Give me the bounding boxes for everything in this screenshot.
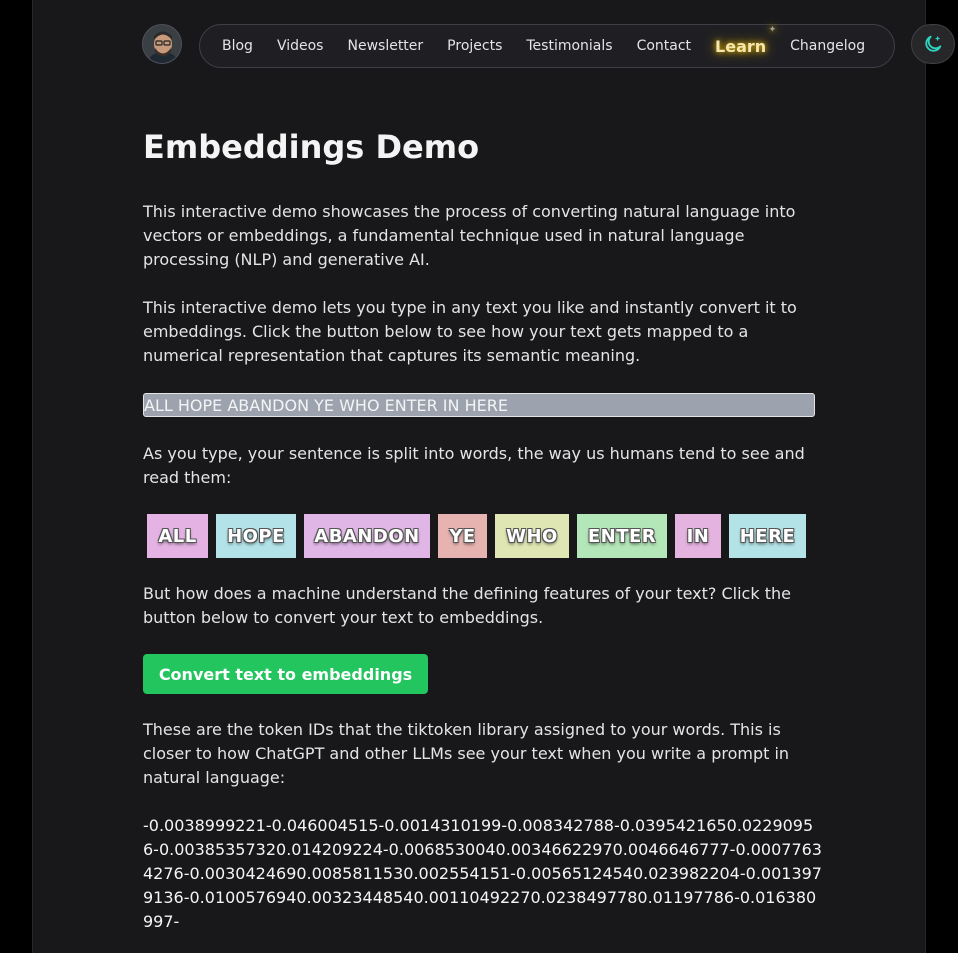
nav-newsletter[interactable]: Newsletter: [335, 38, 435, 54]
page-title: Embeddings Demo: [143, 128, 480, 166]
embeddings-output: -0.0038999221-0.046004515-0.0014310199-0…: [143, 816, 822, 931]
avatar-portrait-icon: [143, 25, 181, 63]
token-chip: HOPE: [216, 514, 296, 558]
token-chip: ENTER: [577, 514, 667, 558]
nav-blog[interactable]: Blog: [210, 38, 265, 54]
nav-changelog[interactable]: Changelog: [778, 38, 877, 54]
token-chip: ABANDON: [304, 514, 430, 558]
token-chip: WHO: [495, 514, 569, 558]
token-chip: HERE: [729, 514, 806, 558]
nav-contact[interactable]: Contact: [625, 38, 703, 54]
intro-paragraph-1: This interactive demo showcases the proc…: [143, 202, 796, 269]
main-nav: Blog Videos Newsletter Projects Testimonials…: [199, 24, 895, 68]
intro-paragraph-2: This interactive demo lets you type in a…: [143, 298, 797, 365]
convert-button[interactable]: Convert text to embeddings: [143, 654, 428, 694]
sparkle-icon: ✦: [768, 24, 777, 35]
question-paragraph: But how does a machine understand the de…: [143, 584, 791, 627]
nav-videos[interactable]: Videos: [265, 38, 336, 54]
split-explanation: As you type, your sentence is split into…: [143, 444, 805, 487]
nav-projects[interactable]: Projects: [435, 38, 514, 54]
token-chip: YE: [438, 514, 487, 558]
token-chip: ALL: [147, 514, 208, 558]
token-ids-paragraph: These are the token IDs that the tiktoke…: [143, 720, 790, 787]
nav-testimonials[interactable]: Testimonials: [514, 38, 624, 54]
avatar[interactable]: [142, 24, 182, 64]
token-chip: IN: [675, 514, 721, 558]
theme-toggle-button[interactable]: [911, 24, 955, 64]
sentence-input[interactable]: [143, 393, 815, 417]
moon-sparkle-icon: [925, 35, 942, 52]
nav-learn[interactable]: Learn ✦: [703, 25, 778, 56]
